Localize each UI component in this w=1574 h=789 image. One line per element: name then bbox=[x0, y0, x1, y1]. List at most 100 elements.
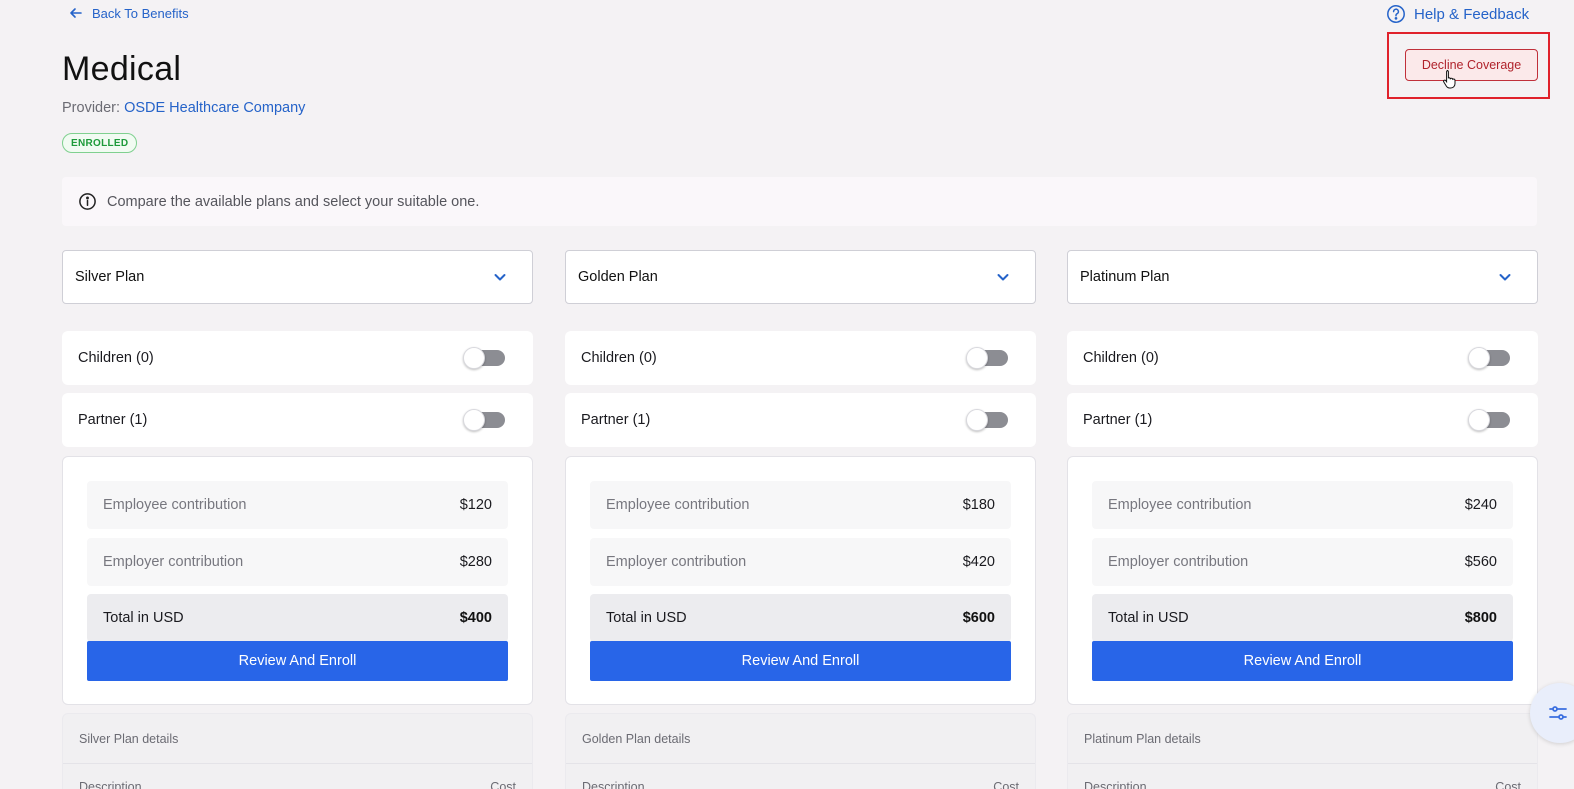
plan-details: Golden Plan details Description Cost bbox=[565, 713, 1036, 789]
plan-details: Platinum Plan details Description Cost bbox=[1067, 713, 1538, 789]
children-label: Children (0) bbox=[78, 350, 154, 366]
plan-select[interactable]: Platinum Plan bbox=[1067, 250, 1538, 304]
plan-select-value: Platinum Plan bbox=[1080, 269, 1170, 285]
plan-column-silver: Silver Plan Children (0) Partner (1) Emp… bbox=[62, 250, 533, 789]
plan-details-header: Description Cost bbox=[63, 763, 532, 789]
question-circle-icon bbox=[1387, 5, 1405, 23]
partner-row: Partner (1) bbox=[62, 393, 533, 447]
details-description-header: Description bbox=[1084, 780, 1147, 789]
employer-contribution-value: $560 bbox=[1464, 554, 1497, 570]
partner-row: Partner (1) bbox=[1067, 393, 1538, 447]
back-to-benefits-link[interactable]: Back To Benefits bbox=[68, 5, 189, 21]
employee-contribution-row: Employee contribution $120 bbox=[87, 481, 508, 529]
employee-contribution-label: Employee contribution bbox=[103, 497, 247, 513]
partner-label: Partner (1) bbox=[581, 412, 651, 428]
details-cost-header: Cost bbox=[1495, 780, 1521, 789]
details-description-header: Description bbox=[582, 780, 645, 789]
employee-contribution-value: $120 bbox=[459, 497, 492, 513]
plan-details: Silver Plan details Description Cost bbox=[62, 713, 533, 789]
info-banner: Compare the available plans and select y… bbox=[62, 177, 1537, 226]
total-row: Total in USD $800 bbox=[1092, 594, 1513, 642]
help-link-label: Help & Feedback bbox=[1414, 5, 1530, 23]
plan-details-header: Description Cost bbox=[1068, 763, 1537, 789]
plan-select[interactable]: Silver Plan bbox=[62, 250, 533, 304]
employee-contribution-value: $240 bbox=[1464, 497, 1497, 513]
details-cost-header: Cost bbox=[993, 780, 1019, 789]
chevron-down-icon bbox=[997, 274, 1009, 281]
toggle-knob bbox=[966, 409, 988, 431]
children-toggle[interactable] bbox=[1468, 347, 1510, 369]
toggle-knob bbox=[1468, 409, 1490, 431]
provider-line: Provider: OSDE Healthcare Company bbox=[62, 100, 305, 116]
partner-toggle[interactable] bbox=[463, 409, 505, 431]
plan-select-value: Silver Plan bbox=[75, 269, 145, 285]
employer-contribution-label: Employer contribution bbox=[606, 554, 747, 570]
employee-contribution-label: Employee contribution bbox=[1108, 497, 1252, 513]
toggle-knob bbox=[1468, 347, 1490, 369]
plan-select[interactable]: Golden Plan bbox=[565, 250, 1036, 304]
plan-details-title[interactable]: Platinum Plan details bbox=[1068, 714, 1537, 763]
plan-details-title[interactable]: Golden Plan details bbox=[566, 714, 1035, 763]
toggle-knob bbox=[463, 409, 485, 431]
review-and-enroll-button[interactable]: Review And Enroll bbox=[590, 641, 1011, 681]
employer-contribution-label: Employer contribution bbox=[1108, 554, 1249, 570]
plan-column-golden: Golden Plan Children (0) Partner (1) Emp… bbox=[565, 250, 1036, 789]
status-badge: ENROLLED bbox=[62, 133, 138, 153]
partner-toggle[interactable] bbox=[966, 409, 1008, 431]
page-title: Medical bbox=[62, 50, 182, 88]
total-row: Total in USD $400 bbox=[87, 594, 508, 642]
plan-details-header: Description Cost bbox=[566, 763, 1035, 789]
total-value: $400 bbox=[459, 610, 492, 626]
review-and-enroll-button[interactable]: Review And Enroll bbox=[87, 641, 508, 681]
details-description-header: Description bbox=[79, 780, 142, 789]
provider-name-link[interactable]: OSDE Healthcare Company bbox=[124, 100, 305, 116]
review-and-enroll-button[interactable]: Review And Enroll bbox=[1092, 641, 1513, 681]
total-value: $600 bbox=[962, 610, 995, 626]
employer-contribution-row: Employer contribution $420 bbox=[590, 538, 1011, 586]
cost-card: Employee contribution $240 Employer cont… bbox=[1067, 456, 1538, 705]
employer-contribution-value: $420 bbox=[962, 554, 995, 570]
plan-details-title[interactable]: Silver Plan details bbox=[63, 714, 532, 763]
chevron-down-icon bbox=[494, 274, 506, 281]
partner-label: Partner (1) bbox=[78, 412, 148, 428]
provider-prefix: Provider: bbox=[62, 100, 121, 116]
total-label: Total in USD bbox=[606, 610, 687, 626]
total-row: Total in USD $600 bbox=[590, 594, 1011, 642]
decline-coverage-button[interactable]: Decline Coverage bbox=[1405, 49, 1538, 81]
children-label: Children (0) bbox=[1083, 350, 1159, 366]
employee-contribution-row: Employee contribution $240 bbox=[1092, 481, 1513, 529]
partner-label: Partner (1) bbox=[1083, 412, 1153, 428]
arrow-left-icon bbox=[70, 8, 82, 18]
info-circle-icon bbox=[79, 193, 96, 210]
children-label: Children (0) bbox=[581, 350, 657, 366]
employer-contribution-row: Employer contribution $560 bbox=[1092, 538, 1513, 586]
employer-contribution-value: $280 bbox=[459, 554, 492, 570]
total-label: Total in USD bbox=[103, 610, 184, 626]
help-feedback-link[interactable]: Help & Feedback bbox=[1386, 4, 1529, 24]
toggle-knob bbox=[966, 347, 988, 369]
partner-row: Partner (1) bbox=[565, 393, 1036, 447]
sliders-icon bbox=[1549, 706, 1567, 720]
employee-contribution-label: Employee contribution bbox=[606, 497, 750, 513]
total-label: Total in USD bbox=[1108, 610, 1189, 626]
info-banner-text: Compare the available plans and select y… bbox=[107, 193, 480, 210]
children-row: Children (0) bbox=[1067, 331, 1538, 385]
details-cost-header: Cost bbox=[490, 780, 516, 789]
children-toggle[interactable] bbox=[463, 347, 505, 369]
children-toggle[interactable] bbox=[966, 347, 1008, 369]
back-link-label: Back To Benefits bbox=[92, 5, 189, 21]
employee-contribution-row: Employee contribution $180 bbox=[590, 481, 1011, 529]
hand-cursor-icon bbox=[1443, 70, 1456, 89]
children-row: Children (0) bbox=[62, 331, 533, 385]
employee-contribution-value: $180 bbox=[962, 497, 995, 513]
plan-select-value: Golden Plan bbox=[578, 269, 658, 285]
toggle-knob bbox=[463, 347, 485, 369]
partner-toggle[interactable] bbox=[1468, 409, 1510, 431]
children-row: Children (0) bbox=[565, 331, 1036, 385]
chevron-down-icon bbox=[1499, 274, 1511, 281]
cost-card: Employee contribution $180 Employer cont… bbox=[565, 456, 1036, 705]
plan-column-platinum: Platinum Plan Children (0) Partner (1) E… bbox=[1067, 250, 1538, 789]
employer-contribution-row: Employer contribution $280 bbox=[87, 538, 508, 586]
cost-card: Employee contribution $120 Employer cont… bbox=[62, 456, 533, 705]
employer-contribution-label: Employer contribution bbox=[103, 554, 244, 570]
